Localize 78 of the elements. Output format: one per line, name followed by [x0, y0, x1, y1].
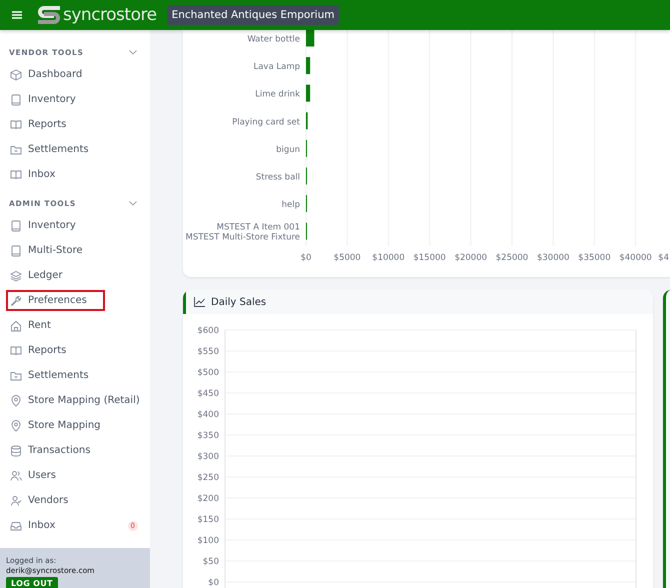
category-label: Stress ball — [256, 172, 300, 182]
category-label: bigun — [276, 144, 300, 155]
sidebar-item[interactable]: Ledger — [0, 263, 150, 288]
logo-icon — [36, 6, 62, 24]
axis-tick-label: $4 — [658, 253, 669, 263]
sidebar-item[interactable]: Rent — [0, 313, 150, 338]
user-check-icon — [10, 494, 22, 506]
axis-tick-label: $250 — [197, 473, 219, 483]
book-open-icon — [10, 344, 22, 356]
brand-name: syncrostore — [63, 5, 157, 25]
inbox-icon — [10, 520, 22, 532]
category-label: Water bottle — [247, 34, 300, 44]
logout-button[interactable]: LOG OUT — [6, 577, 58, 588]
sidebar-item[interactable]: Users — [0, 463, 150, 488]
sidebar-item[interactable]: Reports — [0, 112, 150, 137]
cube-icon — [10, 68, 22, 80]
sidebar-item[interactable]: Dashboard — [0, 62, 150, 87]
users-icon — [10, 470, 22, 482]
axis-tick-label: $25000 — [496, 253, 528, 263]
home-icon — [10, 320, 22, 332]
category-label: help — [282, 200, 300, 210]
book-open-icon — [10, 168, 22, 180]
sidebar-item[interactable]: Transactions — [0, 438, 150, 463]
axis-tick-label: $350 — [197, 431, 219, 441]
category-label: Playing card set — [232, 117, 300, 128]
axis-tick-label: $600 — [197, 326, 219, 336]
axis-tick-label: $400 — [197, 410, 219, 420]
sidebar-item[interactable]: Settlements — [0, 137, 150, 162]
sidebar-item[interactable]: Reports — [0, 338, 150, 363]
category-label: Lava Lamp — [253, 62, 300, 72]
axis-tick-label: $15000 — [413, 253, 446, 263]
sidebar-item[interactable]: Inventory — [0, 213, 150, 238]
axis-tick-label: $35000 — [578, 253, 611, 263]
axis-tick-label: $0 — [208, 578, 219, 588]
line-chart-icon — [194, 297, 205, 307]
category-label: Lime drink — [255, 90, 300, 100]
axis-tick-label: $50 — [202, 557, 219, 567]
sidebar-item[interactable]: Store Mapping — [0, 413, 150, 438]
axis-tick-label: $200 — [197, 494, 219, 504]
pin-icon — [10, 420, 22, 432]
store-selector[interactable]: Enchanted Antiques Emporium — [166, 5, 340, 25]
sidebar-item[interactable]: Inbox — [0, 162, 150, 187]
axis-tick-label: $10000 — [372, 253, 405, 263]
chevron-icon[interactable] — [129, 200, 137, 206]
axis-tick-label: $40000 — [619, 253, 652, 263]
axis-tick-label: $500 — [197, 368, 219, 378]
bar — [306, 57, 310, 74]
book-icon — [10, 94, 22, 106]
folder-icon — [10, 370, 22, 382]
category-label: MSTEST Multi-Store Fixture — [185, 232, 300, 243]
layers-icon — [10, 270, 22, 282]
database-icon — [10, 444, 22, 456]
wrench-icon — [10, 294, 22, 306]
book-open-icon — [10, 118, 22, 130]
sidebar-item[interactable]: Preferences — [0, 288, 150, 313]
pin-icon — [10, 394, 22, 406]
bar — [306, 84, 310, 102]
category-label: MSTEST A Item 001 — [216, 222, 300, 233]
axis-tick-label: $20000 — [454, 253, 488, 263]
chevron-icon[interactable] — [129, 50, 137, 54]
sidebar-item[interactable]: Settlements — [0, 363, 150, 388]
book-icon — [10, 220, 22, 232]
axis-tick-label: $300 — [197, 452, 219, 462]
axis-tick-label: $30000 — [536, 253, 570, 263]
sidebar-item[interactable]: Multi-Store — [0, 238, 150, 263]
sidebar-item[interactable]: Vendors — [0, 488, 150, 513]
folder-icon — [10, 144, 22, 156]
menu-icon[interactable] — [12, 11, 22, 19]
axis-tick-label: $150 — [197, 515, 219, 525]
axis-tick-label: $100 — [197, 536, 219, 546]
card-title: Daily Sales — [211, 296, 266, 308]
sidebar-item[interactable]: Inventory — [0, 87, 150, 112]
axis-tick-label: $550 — [197, 347, 219, 357]
axis-tick-label: $450 — [197, 389, 219, 399]
axis-tick-label: $5000 — [334, 253, 361, 263]
axis-tick-label: $0 — [300, 253, 312, 263]
book-icon — [10, 244, 22, 256]
sidebar-item[interactable]: Store Mapping (Retail) — [0, 388, 150, 413]
